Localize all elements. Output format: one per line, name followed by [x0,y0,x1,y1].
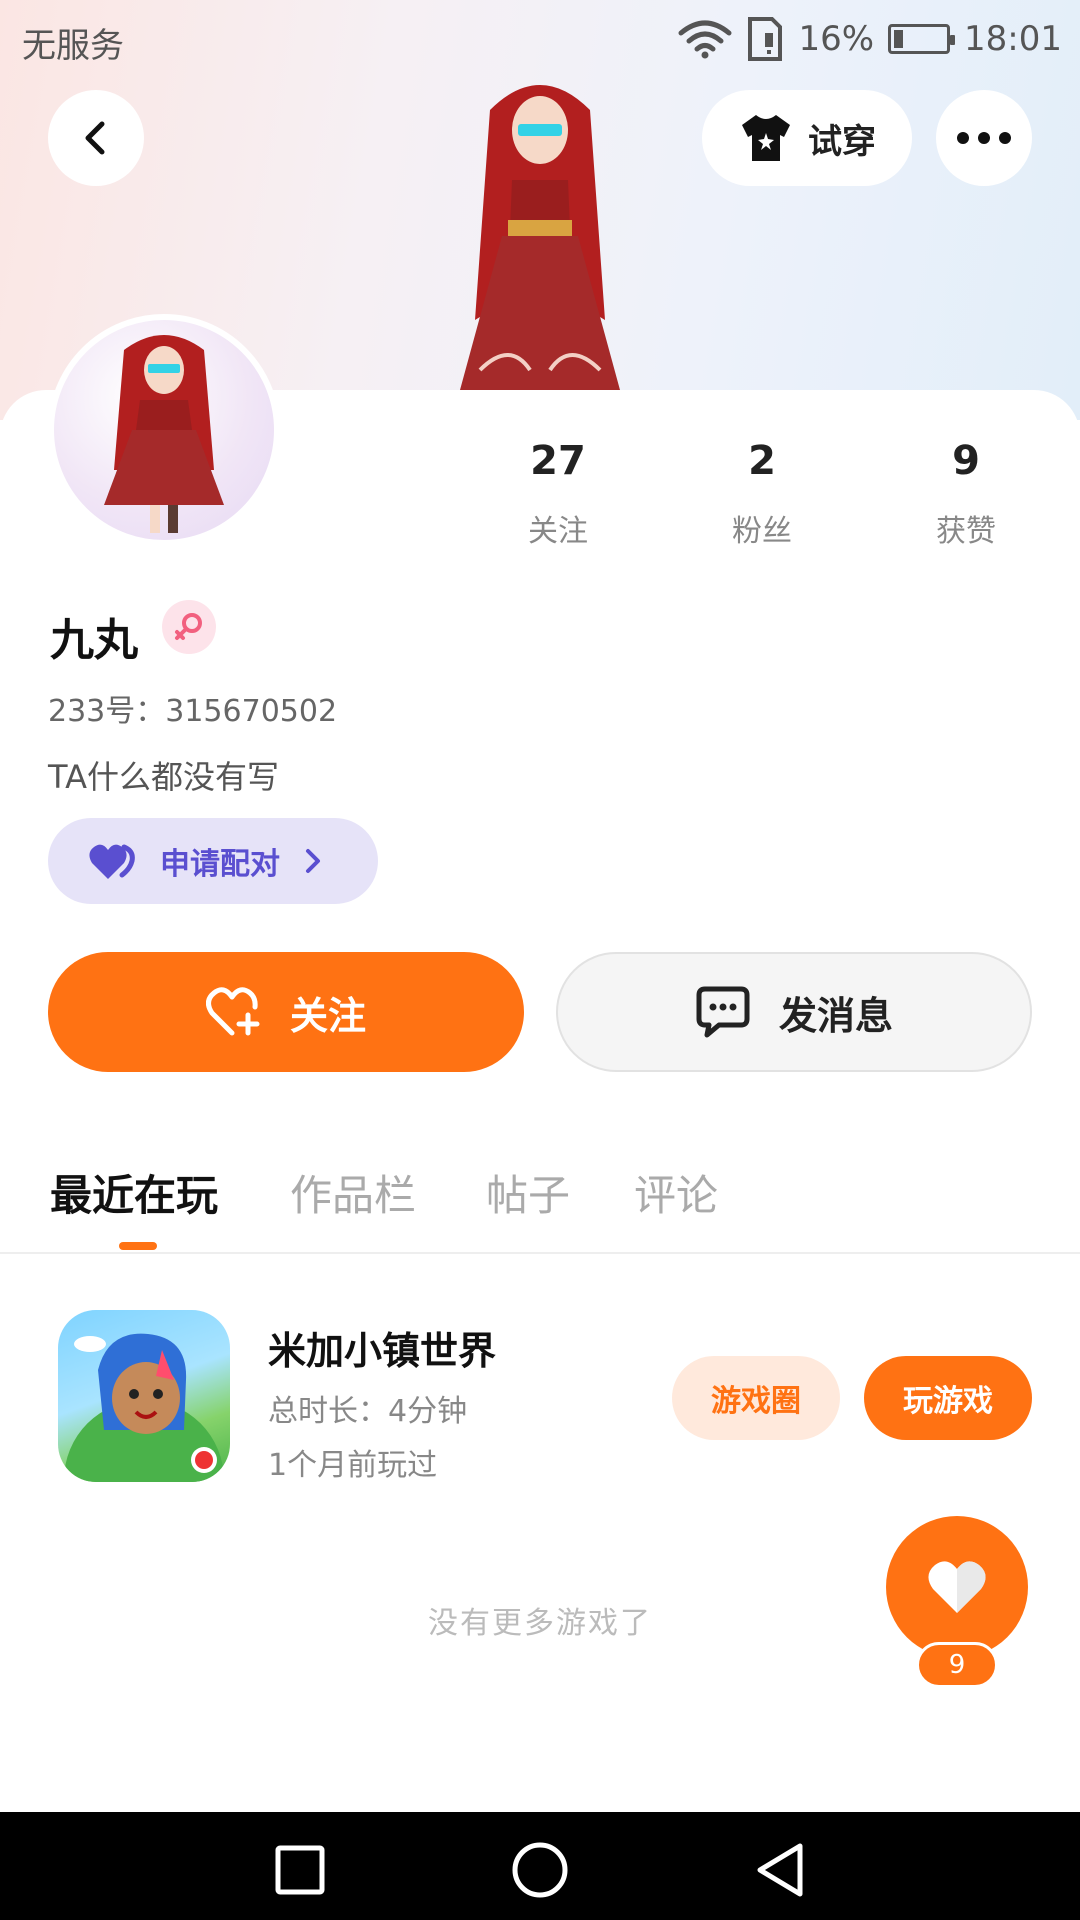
tshirt-icon [742,115,790,161]
game-circle-button[interactable]: 游戏圈 [672,1356,840,1440]
stat-label: 获赞 [936,514,996,549]
stat-value: 2 [748,438,776,484]
battery-percent: 16% [798,19,875,59]
stat-likes[interactable]: 9 获赞 [886,438,1046,550]
profile-tabs: 最近在玩 作品栏 帖子 评论 [0,1152,1080,1254]
heart-icon [928,1561,986,1613]
chevron-left-icon [85,121,105,155]
send-message-label: 发消息 [778,993,893,1038]
active-tab-indicator [119,1242,157,1250]
recent-apps-button[interactable] [270,1842,330,1898]
tab-recently-played[interactable]: 最近在玩 [50,1162,218,1223]
game-icon[interactable] [58,1310,230,1482]
sim-card-icon [748,17,783,61]
apply-pair-label: 申请配对 [160,847,280,882]
user-bio: TA什么都没有写 [48,758,279,796]
back-nav-button[interactable] [750,1842,810,1898]
tab-posts[interactable]: 帖子 [486,1162,570,1223]
chat-bubble-icon [696,986,750,1038]
female-icon [162,600,216,654]
stat-label: 粉丝 [732,514,792,549]
send-message-button[interactable]: 发消息 [556,952,1032,1072]
circle-icon [512,1842,568,1898]
avatar-character-image [104,335,224,533]
clock: 18:01 [964,19,1062,59]
square-icon [275,1845,325,1895]
game-title: 米加小镇世界 [268,1329,497,1373]
battery-icon [888,24,956,54]
user-id: 233号：315670502 [48,694,338,729]
character-avatar-image [460,85,620,390]
stat-following[interactable]: 27 关注 [478,438,638,550]
apply-pair-button[interactable]: 申请配对 [48,818,378,904]
carrier-text: 无服务 [22,26,124,66]
follow-button[interactable]: 关注 [48,952,524,1072]
game-duration: 总时长：4分钟 [268,1394,468,1429]
like-count-badge: 9 [916,1642,998,1688]
try-on-label: 试穿 [808,121,876,162]
triangle-back-icon [757,1843,803,1897]
list-item[interactable]: 米加小镇世界 总时长：4分钟 1个月前玩过 游戏圈 玩游戏 [0,1310,1080,1486]
try-on-button[interactable]: 试穿 [702,90,912,186]
more-horizontal-icon [957,132,1011,144]
stat-label: 关注 [528,514,588,549]
follow-label: 关注 [289,993,366,1038]
heart-pair-icon [89,844,135,879]
status-bar: 无服务 16% 18:01 [0,0,1080,76]
system-nav-bar [0,1812,1080,1920]
stat-followers[interactable]: 2 粉丝 [682,438,842,550]
avatar[interactable] [48,314,280,546]
more-options-button[interactable] [936,90,1032,186]
play-game-button[interactable]: 玩游戏 [864,1356,1032,1440]
chevron-right-icon [306,849,320,873]
tab-works[interactable]: 作品栏 [290,1162,416,1223]
tab-comments[interactable]: 评论 [634,1162,718,1223]
game-last-played: 1个月前玩过 [268,1448,438,1483]
heart-add-icon [205,987,260,1036]
back-button[interactable] [48,90,144,186]
home-button[interactable] [510,1842,570,1898]
wifi-icon [678,20,732,59]
user-name: 九丸 [50,615,138,666]
stat-value: 9 [952,438,980,484]
stat-value: 27 [530,438,586,484]
like-button[interactable] [886,1516,1028,1658]
